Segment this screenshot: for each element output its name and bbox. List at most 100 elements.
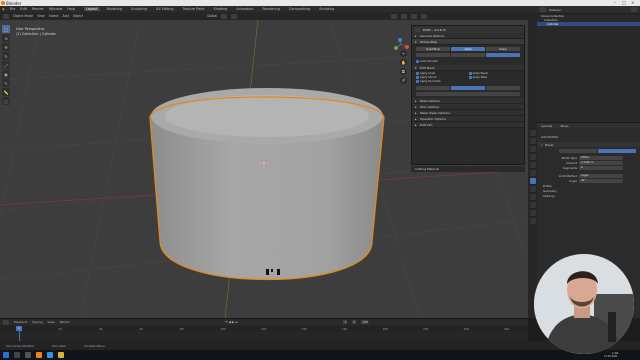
mode-button-voxel[interactable]: Voxel [451,47,485,51]
mode-button-quadriflow[interactable]: Quadriflow [416,47,450,51]
menu-file[interactable]: File [10,7,16,11]
particles-tab-icon[interactable] [529,186,536,192]
timeline-menu-playback[interactable]: Playback [14,320,27,324]
zoom-icon[interactable]: + [400,50,407,57]
tab-sculpting[interactable]: Sculpting [129,7,149,11]
play-controls[interactable]: ⏮ ◀ ▶ ⏭ [225,320,238,324]
check-apply-bevel[interactable]: Apply Bevel [468,72,521,75]
tool-tab-icon[interactable] [529,130,536,136]
overlay-icon[interactable] [391,13,398,19]
tab-animation[interactable]: Animation [234,7,255,11]
snap-icon[interactable] [221,13,228,19]
folder-icon[interactable] [58,352,64,358]
material-tab-icon[interactable] [529,218,536,224]
editor-type-icon[interactable] [3,13,9,19]
camera-icon[interactable]: ◘ [400,68,407,75]
object-name-field[interactable]: Cylinder [541,124,553,128]
cursor-icon[interactable]: ⊕ [2,34,10,42]
check-apply-decimate[interactable]: Apply Decimate [416,80,468,83]
physics-tab-icon[interactable] [529,194,536,200]
tab-layout[interactable]: Layout [84,7,100,11]
measure-icon[interactable]: 📏 [2,88,10,96]
outliner-item-cylinder[interactable]: Cylinder [537,22,640,26]
section-modes-map[interactable]: ▾ Modes/Map [412,39,524,45]
add-cube-icon[interactable]: ◻ [2,97,10,105]
timeline-menu-view[interactable]: View [47,320,54,324]
timeline-menu-keying[interactable]: Keying [32,320,42,324]
add-modifier-button[interactable]: Add Modifier [537,134,640,139]
subsection-shading[interactable]: Shading [537,193,640,198]
constraints-tab-icon[interactable] [529,202,536,208]
rotate-icon[interactable]: ↻ [2,52,10,60]
shading-solid-icon[interactable] [411,13,418,19]
start-icon[interactable] [3,352,9,358]
outliner-editor-icon[interactable] [540,7,546,12]
end-frame-field[interactable]: 250 [360,320,369,324]
menu-help[interactable]: Help [67,7,75,11]
section-edit-info[interactable]: ▸ Edit Info [412,122,524,128]
tab-texture-paint[interactable]: Texture Paint [181,7,207,11]
tab-scripting[interactable]: Scripting [317,7,336,11]
affect-vertices-button[interactable] [559,149,597,153]
blender-menu-icon[interactable]: ◆ [2,7,5,11]
viewport-menu-select[interactable]: Select [49,14,59,18]
viewport-menu-view[interactable]: View [37,14,45,18]
menu-edit[interactable]: Edit [20,7,27,11]
tab-rendering[interactable]: Rendering [261,7,282,11]
move-icon[interactable]: ✥ [2,43,10,51]
shading-material-icon[interactable] [421,13,428,19]
annotate-icon[interactable]: ✎ [2,79,10,87]
transform-icon[interactable]: ▣ [2,70,10,78]
scale-icon[interactable]: ⤢ [2,61,10,69]
browser-icon[interactable] [47,352,53,358]
world-tab-icon[interactable] [529,162,536,168]
affect-edges-button[interactable] [598,149,636,153]
object-tab-icon[interactable] [529,170,536,176]
mode-option-3[interactable] [486,53,520,57]
tab-compositing[interactable]: Compositing [287,7,312,11]
tab-shading[interactable]: Shading [211,7,229,11]
auto-smooth-row[interactable]: Auto Smooth [412,57,524,65]
filter-icon[interactable] [631,7,637,12]
mode-button-sharp[interactable]: Sharp [486,47,520,51]
minimize-icon[interactable]: – [614,0,616,5]
quality-option-3[interactable] [486,86,520,90]
density-slider[interactable] [416,92,520,96]
section-edit-mesh[interactable]: ▾ Edit Mesh [412,65,524,71]
auto-smooth-checkbox[interactable] [416,59,419,63]
task-view-icon[interactable] [25,352,31,358]
select-box-icon[interactable]: ⬚ [2,25,10,33]
check-apply-weld[interactable]: Apply Weld [468,76,521,79]
maximize-icon[interactable]: □ [622,0,626,5]
mode-option-2[interactable] [451,53,485,57]
tab-uv-editing[interactable]: UV Editing [154,7,176,11]
timeline-editor-icon[interactable] [3,319,9,325]
render-tab-icon[interactable] [529,138,536,144]
timeline-menu-marker[interactable]: Marker [60,320,70,324]
xray-icon[interactable] [401,13,408,19]
viewport-menu-object[interactable]: Object [73,14,83,18]
menu-window[interactable]: Window [49,7,62,11]
menu-render[interactable]: Render [32,7,44,11]
modifier-tab-icon[interactable] [529,178,536,184]
quality-option-1[interactable] [416,86,450,90]
blender-taskbar-icon[interactable] [36,352,42,358]
check-apply-scale[interactable]: Apply Scale [416,72,468,75]
start-frame-field[interactable]: 1 [351,320,356,324]
current-frame-field[interactable]: 1 [342,320,347,324]
mode-selector[interactable]: Object Mode [13,14,33,18]
quality-option-2[interactable] [451,86,485,90]
search-icon[interactable] [14,352,20,358]
data-tab-icon[interactable] [529,210,536,216]
tab-modeling[interactable]: Modeling [105,7,124,11]
grid-icon[interactable]: # [400,77,407,84]
close-icon[interactable]: × [631,0,634,5]
viewport-menu-add[interactable]: Add [63,14,69,18]
cutting-material-bar[interactable]: Cutting Material [411,166,525,172]
pan-hand-icon[interactable]: ✋ [400,59,407,66]
modifier-name-field[interactable]: Bevel [561,124,569,128]
check-apply-shrink[interactable]: Apply Shrink [416,76,468,79]
mode-option-1[interactable] [416,53,450,57]
scene-tab-icon[interactable] [529,154,536,160]
output-tab-icon[interactable] [529,146,536,152]
